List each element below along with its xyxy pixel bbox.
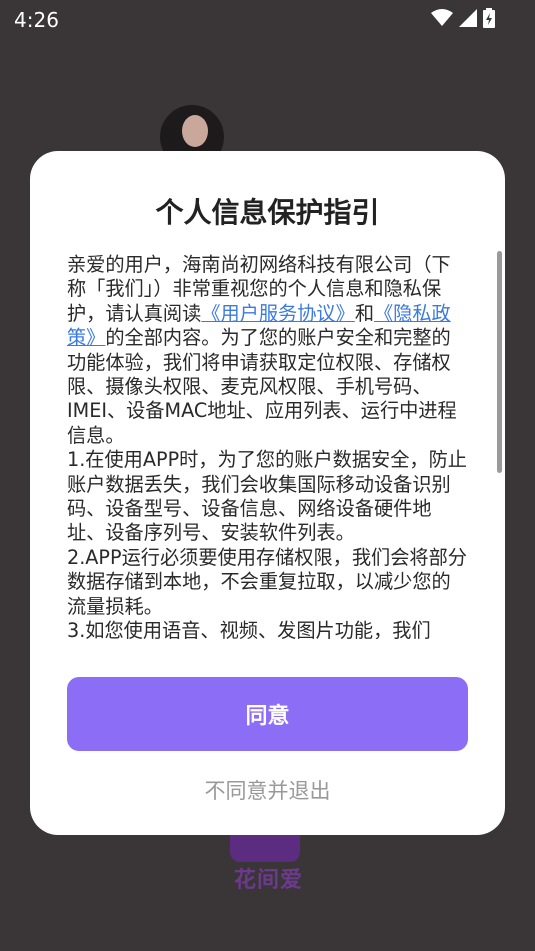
user-agreement-link[interactable]: 《用户服务协议》 bbox=[201, 302, 355, 325]
privacy-dialog: 个人信息保护指引 亲爱的用户，海南尚初网络科技有限公司（下称「我们」）非常重视您… bbox=[30, 151, 505, 835]
status-icons bbox=[431, 8, 495, 28]
battery-charging-icon bbox=[483, 8, 495, 28]
intro-paragraph: 亲爱的用户，海南尚初网络科技有限公司（下称「我们」）非常重视您的个人信息和隐私保… bbox=[67, 253, 467, 448]
cell-signal-icon bbox=[459, 9, 477, 27]
point-2: 2.APP运行必须要使用存储权限，我们会将部分数据存储到本地，不会重复拉取，以减… bbox=[67, 545, 467, 618]
intro-continuation: 的全部内容。为了您的账户安全和完整的功能体验，我们将申请获取定位权限、存储权限、… bbox=[67, 326, 457, 447]
dialog-content[interactable]: 亲爱的用户，海南尚初网络科技有限公司（下称「我们」）非常重视您的个人信息和隐私保… bbox=[67, 253, 467, 639]
wifi-icon bbox=[431, 9, 453, 27]
agree-button[interactable]: 同意 bbox=[67, 677, 468, 751]
status-bar: 4:26 bbox=[0, 0, 535, 38]
background-app-name: 花间爱 bbox=[234, 868, 304, 893]
disagree-exit-button[interactable]: 不同意并退出 bbox=[30, 775, 505, 805]
link-joiner: 和 bbox=[354, 301, 374, 325]
point-3: 3.如您使用语音、视频、发图片功能，我们 bbox=[67, 619, 431, 639]
point-1: 1.在使用APP时，为了您的账户数据安全，防止账户数据丢失，我们会收集国际移动设… bbox=[67, 448, 467, 545]
dialog-title: 个人信息保护指引 bbox=[155, 196, 380, 229]
content-scrollbar[interactable] bbox=[497, 251, 502, 473]
status-time: 4:26 bbox=[14, 8, 59, 32]
